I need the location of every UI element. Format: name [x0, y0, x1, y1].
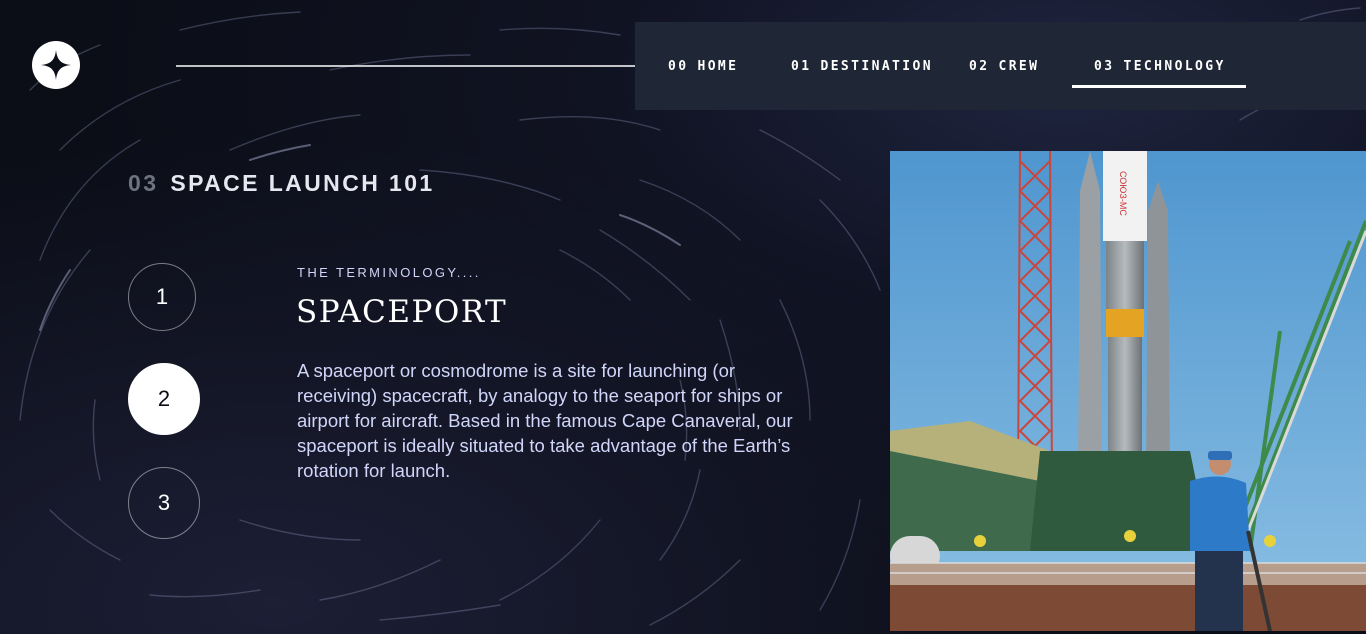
nav-item-label: HOME [697, 58, 739, 74]
step-button-2[interactable]: 2 [128, 363, 200, 435]
page-title: 03 SPACE LAUNCH 101 [128, 170, 435, 197]
nav-item-label: DESTINATION [820, 58, 933, 74]
spaceport-image: СОЮЗ-МС [890, 151, 1366, 631]
technology-description: A spaceport or cosmodrome is a site for … [297, 360, 793, 481]
logo[interactable] [32, 41, 80, 89]
nav-item-number: 01 [791, 58, 812, 74]
nav-item-label: TECHNOLOGY [1123, 58, 1226, 74]
nav-item-technology[interactable]: 03 TECHNOLOGY [1072, 22, 1246, 110]
main-nav: 00 HOME 01 DESTINATION 02 CREW 03 TECHNO… [635, 22, 1366, 110]
nav-item-number: 03 [1094, 58, 1115, 74]
nav-item-number: 00 [668, 58, 689, 74]
step-label: 3 [157, 490, 171, 515]
terminology-label: THE TERMINOLOGY.... [297, 265, 481, 280]
step-button-1[interactable]: 1 [128, 263, 196, 331]
nav-item-number: 02 [969, 58, 990, 74]
step-label: 1 [155, 284, 169, 309]
nav-item-crew[interactable]: 02 CREW [969, 22, 1039, 110]
technology-heading: SPACEPORT [296, 294, 508, 330]
page-title-text: SPACE LAUNCH 101 [170, 170, 435, 196]
nav-item-label: CREW [998, 58, 1040, 74]
nav-item-destination[interactable]: 01 DESTINATION [791, 22, 933, 110]
nav-item-home[interactable]: 00 HOME [668, 22, 738, 110]
svg-text:СОЮЗ-МС: СОЮЗ-МС [1118, 171, 1128, 216]
star-logo-icon [41, 50, 71, 80]
step-label: 2 [157, 386, 171, 411]
page-title-number: 03 [128, 170, 159, 196]
step-button-3[interactable]: 3 [128, 467, 200, 539]
header-divider [176, 65, 636, 67]
